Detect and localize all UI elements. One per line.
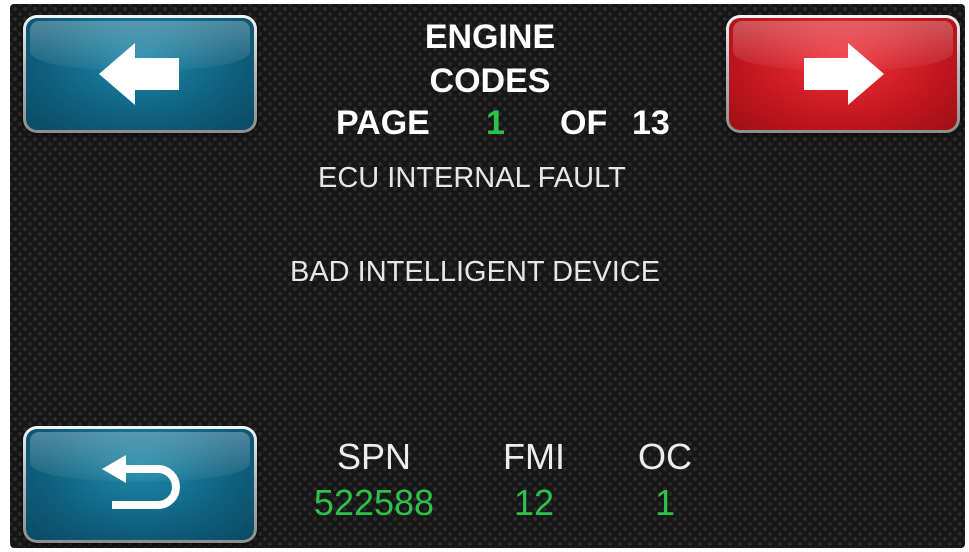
page-title-line1: ENGINE	[424, 18, 556, 56]
page-title-line2: CODES	[429, 62, 551, 100]
next-page-button[interactable]	[726, 15, 960, 133]
arrow-right-icon	[804, 43, 884, 105]
arrow-left-icon	[99, 43, 179, 105]
engine-codes-screen: ENGINE CODES PAGE 1 OF 13 ECU INTERNAL F…	[10, 4, 965, 548]
oc-label: OC	[638, 436, 692, 477]
page-current-number: 1	[486, 104, 505, 142]
fault-description-primary: ECU INTERNAL FAULT	[318, 162, 626, 194]
back-button-face	[26, 429, 254, 540]
oc-value: 1	[654, 482, 676, 523]
page-label: PAGE	[336, 104, 430, 142]
next-page-button-face	[729, 18, 957, 130]
page-total-number: 13	[632, 104, 670, 142]
spn-value: 522588	[313, 482, 435, 523]
previous-page-button[interactable]	[23, 15, 257, 133]
spn-label: SPN	[336, 436, 412, 477]
previous-page-button-face	[26, 18, 254, 130]
back-button[interactable]	[23, 426, 257, 543]
return-icon	[102, 454, 180, 509]
fault-description-secondary: BAD INTELLIGENT DEVICE	[290, 256, 661, 288]
page-of-label: OF	[560, 104, 608, 142]
